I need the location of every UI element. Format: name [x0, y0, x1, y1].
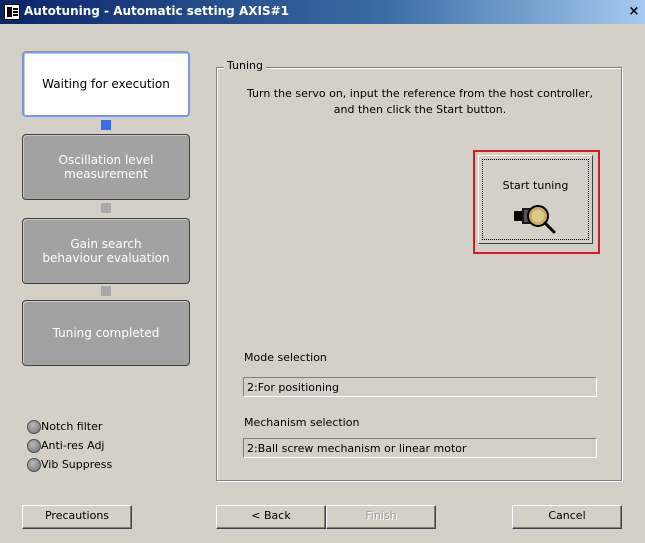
groupbox-label: Tuning	[224, 59, 267, 72]
mode-selection-field: 2:For positioning	[243, 377, 597, 397]
step-label: Gain search behaviour evaluation	[42, 237, 170, 265]
step-connector-active	[101, 120, 111, 130]
start-tuning-button[interactable]: Start tuning	[478, 155, 593, 244]
mechanism-selection-field: 2:Ball screw mechanism or linear motor	[243, 438, 597, 458]
indicator-label: Notch filter	[41, 420, 103, 433]
title-bar: Autotuning - Automatic setting AXIS#1 ×	[0, 0, 645, 24]
status-led-icon	[27, 420, 41, 434]
start-tuning-label: Start tuning	[502, 179, 569, 192]
precautions-button[interactable]: Precautions	[22, 505, 132, 529]
mode-selection-label: Mode selection	[244, 351, 327, 364]
step-label: Oscillation level measurement	[58, 153, 154, 181]
magnifier-motor-icon	[514, 205, 556, 234]
step-connector	[101, 203, 111, 213]
mechanism-selection-label: Mechanism selection	[244, 416, 360, 429]
step-connector	[101, 286, 111, 296]
indicator-label: Vib Suppress	[41, 458, 113, 471]
status-led-icon	[27, 439, 41, 453]
step-label: Waiting for execution	[42, 77, 170, 91]
window-title: Autotuning - Automatic setting AXIS#1	[24, 4, 289, 18]
indicator-label: Anti-res Adj	[41, 439, 105, 452]
cancel-button[interactable]: Cancel	[512, 505, 622, 529]
back-button[interactable]: < Back	[216, 505, 326, 529]
step-gain-search-behaviour-evaluation: Gain search behaviour evaluation	[22, 218, 190, 284]
status-led-icon	[27, 458, 41, 472]
step-label: Tuning completed	[52, 326, 160, 340]
step-oscillation-level-measurement: Oscillation level measurement	[22, 134, 190, 200]
step-tuning-completed: Tuning completed	[22, 300, 190, 366]
tuning-instruction: Turn the servo on, input the reference f…	[246, 87, 594, 116]
close-button[interactable]: ×	[627, 5, 641, 19]
finish-button: Finish	[326, 505, 436, 529]
app-icon	[4, 4, 20, 20]
step-waiting-for-execution: Waiting for execution	[22, 51, 190, 117]
